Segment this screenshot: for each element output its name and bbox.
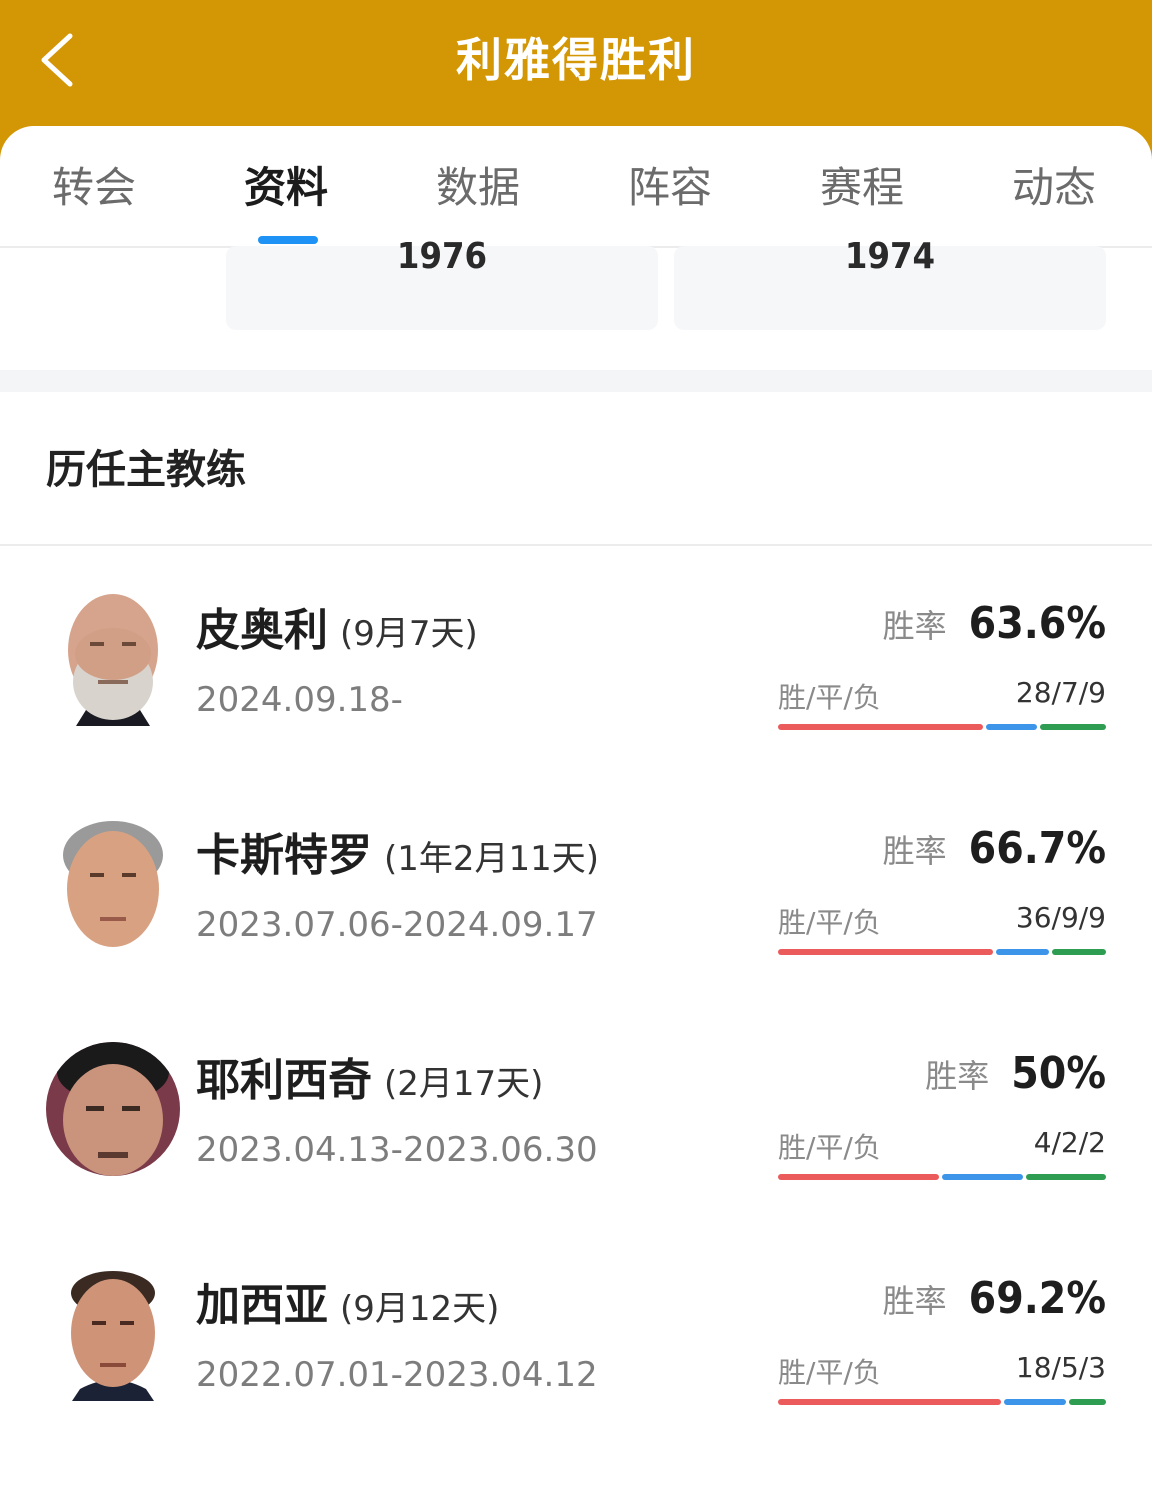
loss-segment bbox=[1052, 949, 1106, 955]
coach-avatar bbox=[46, 592, 180, 726]
tab-news[interactable]: 动态 bbox=[1012, 160, 1096, 216]
wdl-label: 胜/平/负 bbox=[778, 681, 881, 714]
coach-tenure: (1年2月11天) bbox=[384, 839, 600, 879]
section-gap bbox=[0, 370, 1152, 392]
coach-name: 卡斯特罗 (1年2月11天) bbox=[196, 819, 599, 883]
coach-name: 皮奥利 (9月7天) bbox=[196, 594, 478, 658]
wdl-value: 28/7/9 bbox=[1015, 676, 1106, 709]
wdl-label: 胜/平/负 bbox=[778, 906, 881, 939]
win-rate: 胜率 63.6% bbox=[883, 598, 1106, 649]
draw-segment bbox=[942, 1174, 1023, 1180]
loss-segment bbox=[1040, 724, 1106, 730]
tab-schedule[interactable]: 赛程 bbox=[820, 160, 904, 216]
tab-bar: 转会 资料 数据 阵容 赛程 动态 bbox=[0, 126, 1152, 248]
coach-row[interactable]: 加西亚 (9月12天) 2022.07.01-2023.04.12 胜率 69.2%… bbox=[0, 1267, 1152, 1492]
coach-dates: 2024.09.18- bbox=[196, 680, 403, 720]
page-title: 利雅得胜利 bbox=[456, 33, 696, 87]
win-rate-value: 69.2% bbox=[968, 1273, 1106, 1324]
win-rate-label: 胜率 bbox=[925, 1056, 990, 1095]
win-segment bbox=[778, 724, 983, 730]
win-rate-label: 胜率 bbox=[882, 606, 947, 645]
wdl-bar bbox=[778, 1174, 1106, 1180]
coach-avatar bbox=[46, 1267, 180, 1401]
coach-avatar bbox=[46, 817, 180, 951]
tab-transfers[interactable]: 转会 bbox=[52, 160, 136, 216]
loss-segment bbox=[1025, 1174, 1106, 1180]
draw-segment bbox=[995, 949, 1050, 955]
win-rate: 胜率 66.7% bbox=[883, 823, 1106, 874]
wdl-bar bbox=[778, 1399, 1106, 1405]
win-rate-value: 63.6% bbox=[968, 598, 1106, 649]
tab-squad[interactable]: 阵容 bbox=[628, 160, 712, 216]
win-segment bbox=[778, 1399, 1001, 1405]
win-rate-label: 胜率 bbox=[882, 831, 947, 870]
win-segment bbox=[778, 1174, 939, 1180]
wdl-bar bbox=[778, 724, 1106, 730]
coach-name-text: 卡斯特罗 bbox=[196, 830, 372, 881]
win-segment bbox=[778, 949, 993, 955]
coach-tenure: (9月7天) bbox=[340, 614, 478, 654]
wdl-value: 36/9/9 bbox=[1015, 901, 1106, 934]
coach-dates: 2023.04.13-2023.06.30 bbox=[196, 1130, 598, 1170]
wdl-label: 胜/平/负 bbox=[778, 1356, 881, 1389]
coach-name: 加西亚 (9月12天) bbox=[196, 1269, 499, 1333]
coach-avatar bbox=[46, 1042, 180, 1176]
coach-row[interactable]: 卡斯特罗 (1年2月11天) 2023.07.06-2024.09.17 胜率 66… bbox=[0, 817, 1152, 1042]
divider bbox=[0, 544, 1152, 546]
tab-profile[interactable]: 资料 bbox=[244, 160, 328, 216]
coach-dates: 2023.07.06-2024.09.17 bbox=[196, 905, 598, 945]
coach-tenure: (2月17天) bbox=[384, 1064, 544, 1104]
win-rate-label: 胜率 bbox=[882, 1281, 947, 1320]
section-title: 历任主教练 bbox=[46, 447, 246, 493]
wdl-bar bbox=[778, 949, 1106, 955]
draw-segment bbox=[985, 724, 1038, 730]
coach-dates: 2022.07.01-2023.04.12 bbox=[196, 1355, 598, 1395]
coach-name: 耶利西奇 (2月17天) bbox=[196, 1044, 543, 1108]
tab-stats[interactable]: 数据 bbox=[436, 160, 520, 216]
win-rate-value: 50% bbox=[1011, 1048, 1106, 1099]
coach-name-text: 耶利西奇 bbox=[196, 1055, 372, 1106]
coach-name-text: 皮奥利 bbox=[196, 605, 328, 656]
info-card-value: 1976 bbox=[396, 236, 488, 277]
win-rate: 胜率 50% bbox=[925, 1048, 1106, 1099]
info-card-value: 1974 bbox=[844, 236, 936, 277]
coach-row[interactable]: 耶利西奇 (2月17天) 2023.04.13-2023.06.30 胜率 50% … bbox=[0, 1042, 1152, 1267]
wdl-label: 胜/平/负 bbox=[778, 1131, 881, 1164]
wdl-value: 4/2/2 bbox=[1033, 1126, 1106, 1159]
win-rate: 胜率 69.2% bbox=[883, 1273, 1106, 1324]
loss-segment bbox=[1068, 1399, 1106, 1405]
draw-segment bbox=[1003, 1399, 1066, 1405]
wdl-value: 18/5/3 bbox=[1015, 1351, 1106, 1384]
coach-row[interactable]: 皮奥利 (9月7天) 2024.09.18- 胜率 63.6% 胜/平/负 28/7… bbox=[0, 592, 1152, 817]
coach-tenure: (9月12天) bbox=[340, 1289, 500, 1329]
win-rate-value: 66.7% bbox=[968, 823, 1106, 874]
coach-name-text: 加西亚 bbox=[196, 1280, 328, 1331]
